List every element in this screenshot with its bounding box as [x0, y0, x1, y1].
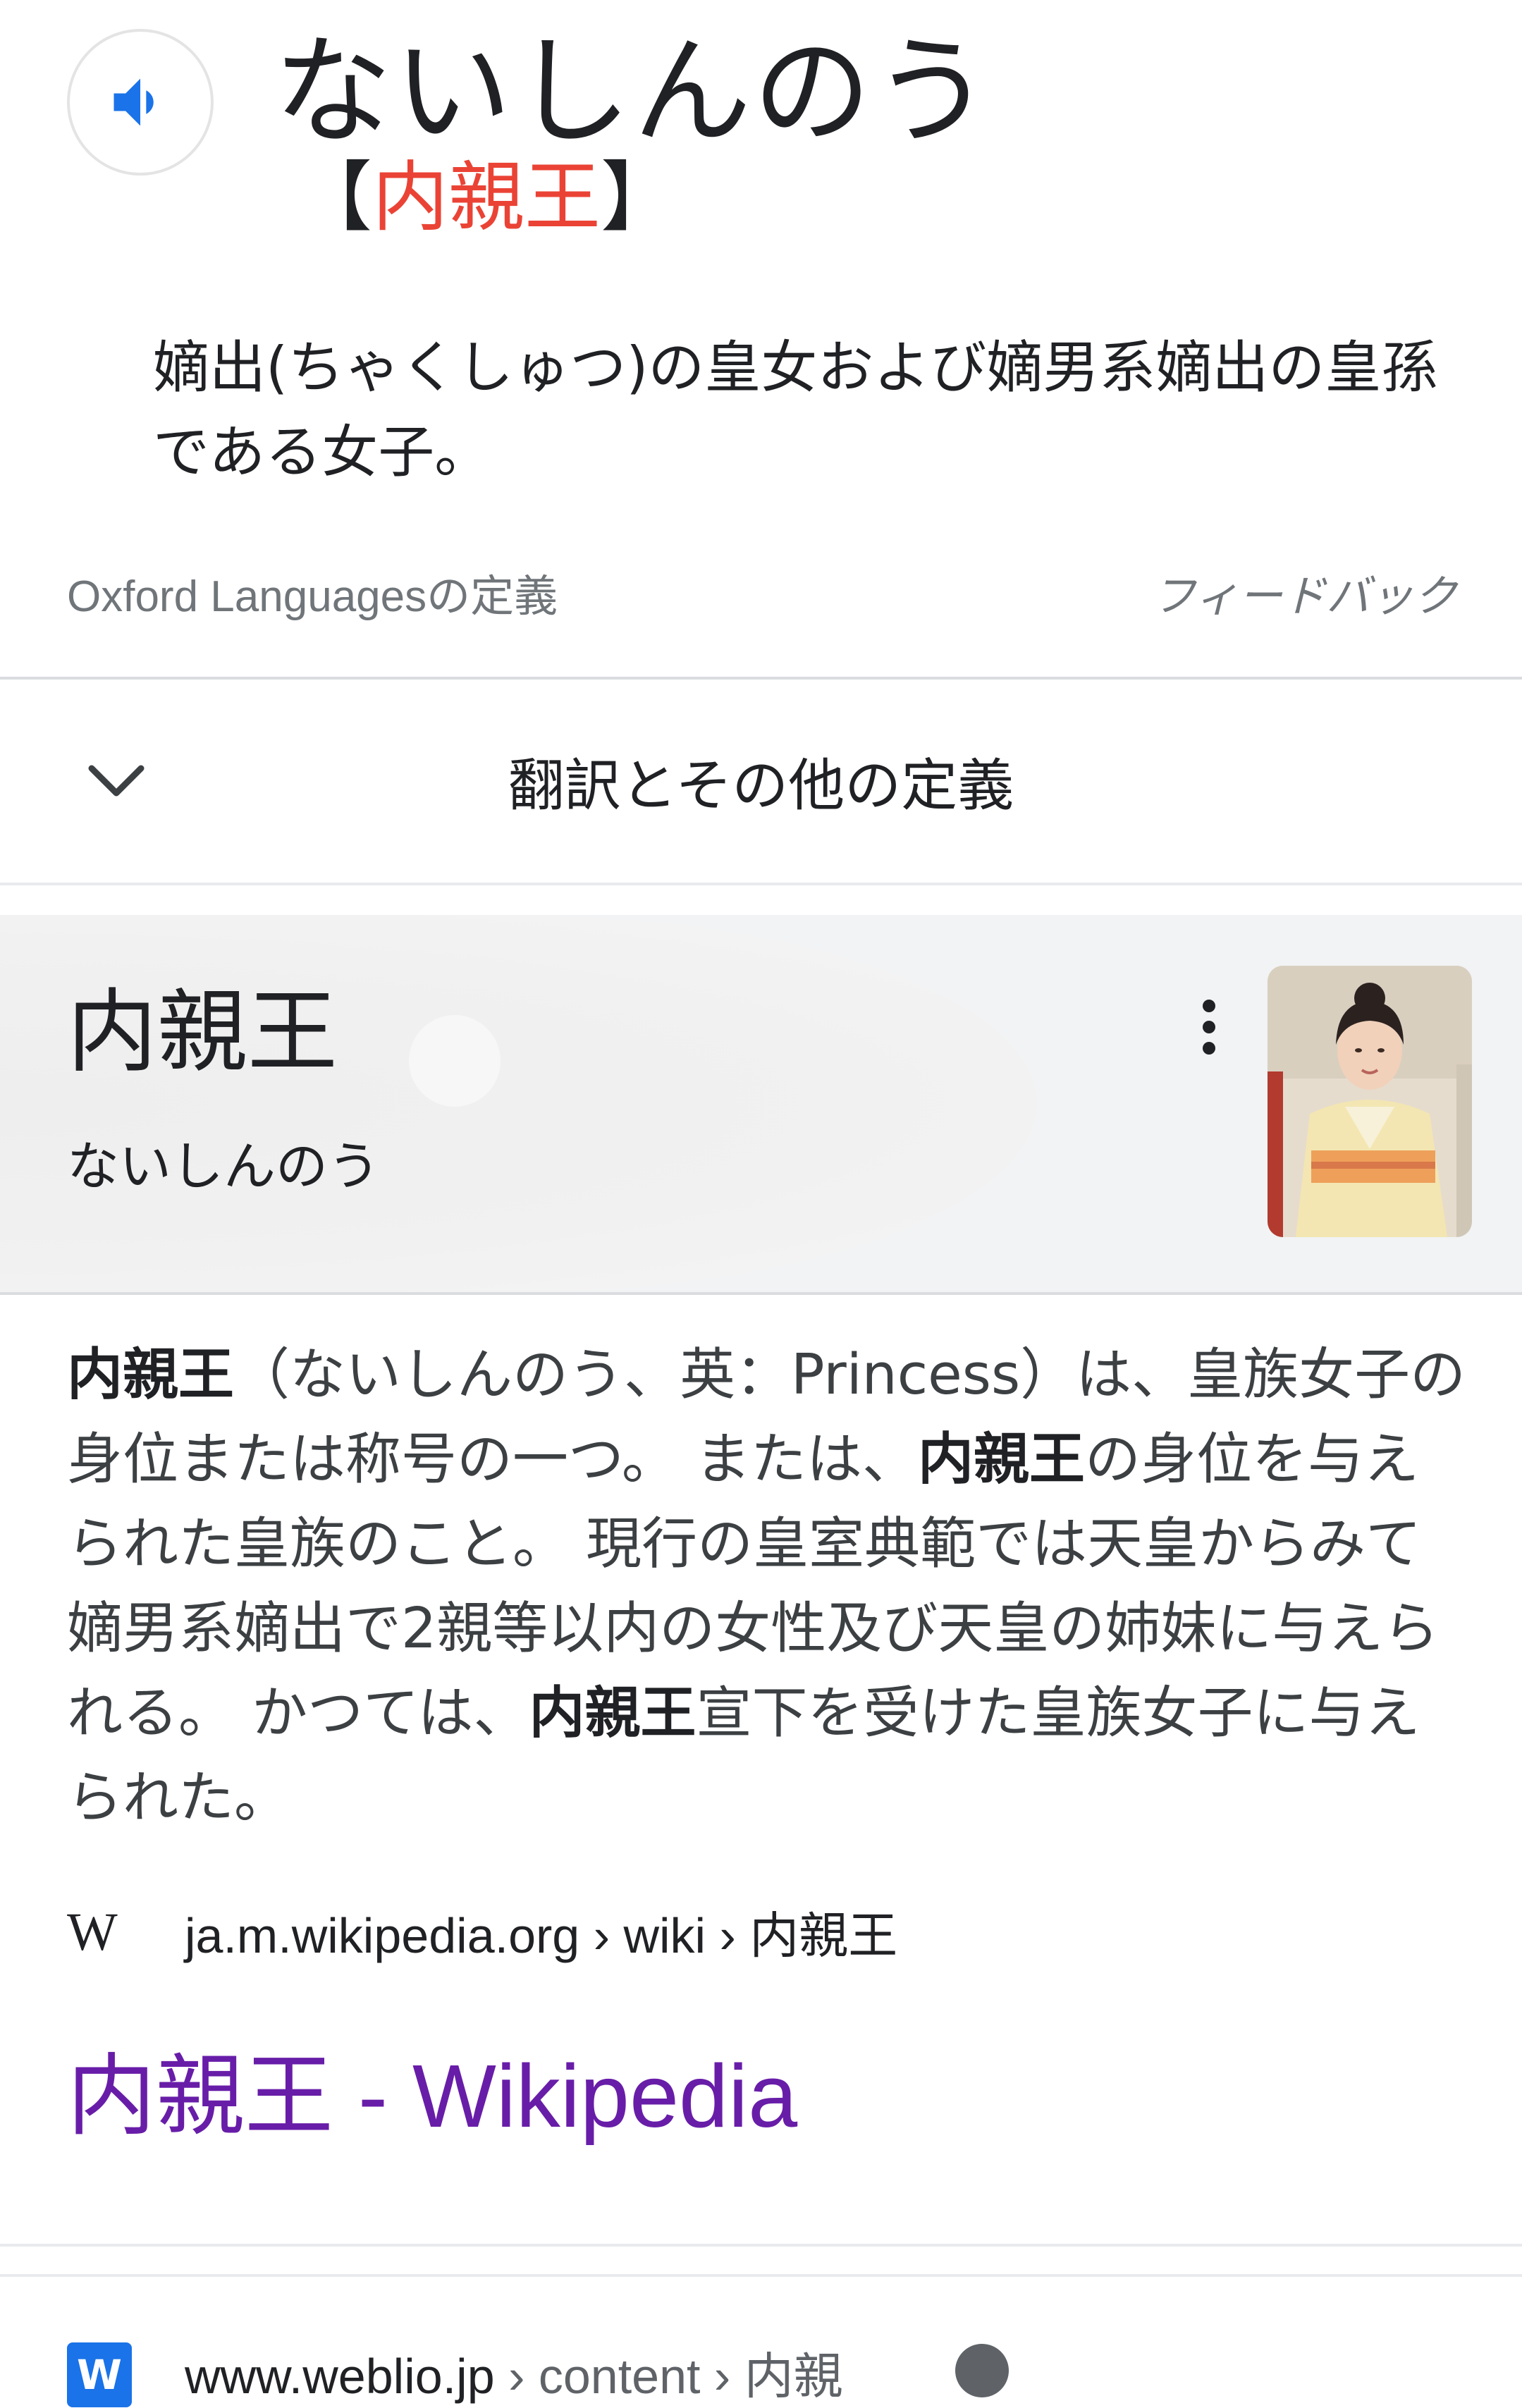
knowledge-panel-title: 内親王 — [67, 980, 338, 1085]
source-url[interactable]: ja.m.wikipedia.org › wiki › 内親王 — [185, 1896, 897, 1967]
next-result-domain: www.weblio.jp — [185, 2349, 495, 2404]
divider — [0, 883, 1522, 885]
more-definitions-label: 翻訳とその他の定義 — [508, 753, 1014, 818]
next-result-breadcrumb: › content › 内親 — [494, 2349, 843, 2404]
portrait-photo[interactable] — [1268, 966, 1472, 1237]
feedback-link[interactable]: フィードバック — [1152, 560, 1457, 624]
knowledge-panel-subtitle: ないしんのう — [67, 1136, 380, 1197]
kanji-bracket-open: 【 — [296, 154, 373, 242]
divider — [0, 677, 1522, 680]
headword: ないしんのう — [274, 23, 993, 161]
definition-text: 嫡出(ちゃくしゅつ)の皇女および嫡男系嫡出の皇孫である女子。 — [153, 335, 1438, 485]
description-bold-term: 内親王 — [67, 1342, 234, 1407]
press-highlight — [0, 915, 1036, 1292]
wikipedia-logo-icon: W — [67, 1903, 118, 1962]
dictionary-source[interactable]: Oxford Languagesの定義 — [67, 560, 558, 624]
kanji-text: 内親王 — [372, 154, 601, 242]
weblio-favicon-icon: W — [67, 2342, 132, 2407]
description-bold-term: 内親王 — [917, 1427, 1085, 1492]
knowledge-panel-description: 内親王（ないしんのう、英：Princess）は、皇族女子の身位または称号の一つ。… — [67, 1332, 1470, 1840]
kanji-reading: 【内親王】 — [296, 156, 677, 240]
pronounce-button[interactable] — [67, 29, 214, 176]
next-result-url[interactable]: www.weblio.jp › content › 内親 — [185, 2337, 843, 2408]
kanji-bracket-close: 】 — [601, 154, 677, 242]
wikipedia-result-link[interactable]: 内親王 - Wikipedia — [67, 2025, 797, 2153]
more-options-icon[interactable] — [1198, 1000, 1220, 1056]
divider — [0, 1292, 1522, 1295]
divider — [0, 2274, 1522, 2277]
touch-ripple — [409, 1015, 501, 1107]
description-bold-term: 内親王 — [529, 1681, 696, 1745]
amp-lightning-icon — [955, 2344, 1009, 2397]
speaker-icon — [113, 78, 154, 126]
divider — [0, 2244, 1522, 2247]
